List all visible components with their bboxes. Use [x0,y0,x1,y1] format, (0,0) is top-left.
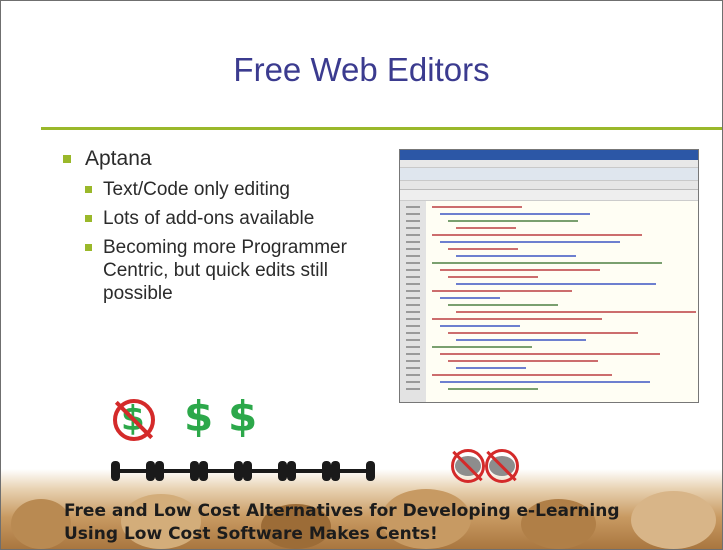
dollar-icon: $ [184,392,214,441]
code-line [448,388,538,390]
screenshot-menubar [400,160,698,168]
screenshot-editor-toolbar [400,190,698,201]
line-number [406,248,420,250]
footer-line-2: Using Low Cost Software Makes Cents! [64,524,438,544]
code-line [448,304,558,306]
code-line [448,220,578,222]
title-divider [41,127,722,130]
code-line [440,297,500,299]
code-line [448,332,638,334]
line-number [406,367,420,369]
code-line [456,367,526,369]
line-number [406,346,420,348]
slide: Free Web Editors Aptana Text/Code only e… [0,0,723,550]
dollar-icon: $ [228,392,258,441]
sub-bullet-text-code: Text/Code only editing [85,178,393,201]
line-number [406,311,420,313]
code-line [456,283,656,285]
screenshot-tabs [400,181,698,190]
line-number [406,213,420,215]
line-number [406,304,420,306]
no-brain-icon [451,449,485,483]
line-number [406,388,420,390]
code-line [432,290,572,292]
code-line [456,339,586,341]
code-line [448,276,538,278]
bullet-list: Aptana Text/Code only editing Lots of ad… [63,146,393,311]
code-line [448,360,598,362]
line-number [406,269,420,271]
code-line [432,374,612,376]
code-line [432,262,662,264]
sub-bullet-list: Text/Code only editing Lots of add-ons a… [85,178,393,305]
code-line [432,234,642,236]
code-line [432,206,522,208]
sub-bullet-add-ons: Lots of add-ons available [85,207,393,230]
coin [11,499,71,549]
no-brain-icon [485,449,519,483]
screenshot-code-area [400,201,698,402]
line-number [406,339,420,341]
aptana-screenshot [399,149,699,403]
line-number [406,318,420,320]
code-line [456,227,516,229]
line-number [406,381,420,383]
code-line [440,213,590,215]
line-number [406,325,420,327]
line-number [406,290,420,292]
footer-line-1: Free and Low Cost Alternatives for Devel… [64,501,620,521]
line-number [406,234,420,236]
line-number [406,220,420,222]
line-number [406,262,420,264]
code-line [456,311,696,313]
line-number [406,276,420,278]
slide-title: Free Web Editors [233,51,490,88]
line-number [406,297,420,299]
line-number [406,206,420,208]
screenshot-titlebar [400,150,698,160]
sub-bullet-programmer-centric: Becoming more Programmer Centric, but qu… [85,236,393,305]
line-number [406,353,420,355]
bullet-aptana: Aptana [63,146,393,172]
line-number [406,332,420,334]
line-number [406,360,420,362]
line-number [406,255,420,257]
screenshot-toolbar [400,168,698,181]
no-dollar-icon: $ [113,399,155,441]
code-line [440,353,660,355]
code-line [440,325,520,327]
line-number [406,227,420,229]
code-line [440,269,600,271]
code-line [456,255,576,257]
line-number [406,241,420,243]
code-line [432,346,532,348]
dumbbell-chain-icon [111,459,381,483]
code-line [440,381,650,383]
screenshot-line-gutter [400,201,426,402]
code-line [432,318,602,320]
line-number [406,374,420,376]
code-line [448,248,518,250]
line-number [406,283,420,285]
code-line [440,241,620,243]
